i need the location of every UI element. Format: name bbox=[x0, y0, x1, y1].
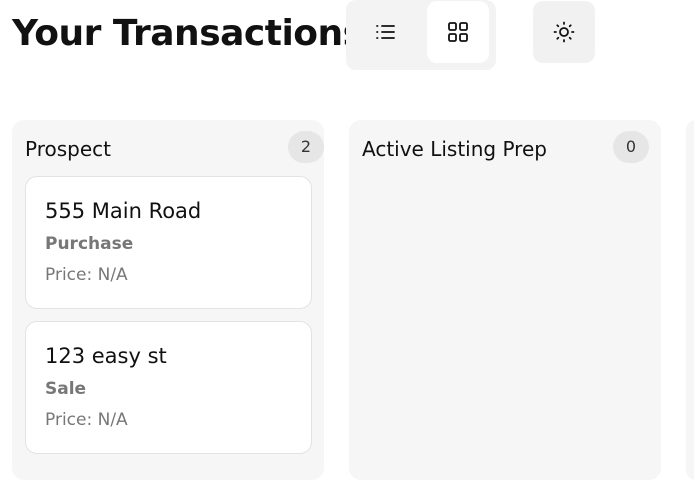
column-count-badge: 0 bbox=[613, 131, 649, 163]
grid-icon bbox=[448, 22, 468, 42]
card-title: 123 easy st bbox=[45, 344, 167, 368]
column-title: Prospect bbox=[25, 137, 111, 161]
column-prospect: Prospect 2 555 Main Road Purchase Price:… bbox=[12, 120, 324, 480]
card-type: Purchase bbox=[45, 234, 134, 254]
card-title: 555 Main Road bbox=[45, 199, 202, 223]
list-icon bbox=[376, 25, 395, 39]
list-view-button[interactable] bbox=[354, 1, 416, 63]
transaction-card[interactable]: 555 Main Road Purchase Price: N/A bbox=[25, 176, 312, 309]
sun-icon bbox=[553, 21, 575, 43]
column-title: Active Listing Prep bbox=[362, 137, 547, 161]
column-partial bbox=[686, 120, 694, 480]
transaction-card[interactable]: 123 easy st Sale Price: N/A bbox=[25, 321, 312, 454]
column-active-listing-prep: Active Listing Prep 0 bbox=[349, 120, 661, 480]
page-title: Your Transactions bbox=[12, 13, 364, 54]
column-count-badge: 2 bbox=[288, 131, 324, 163]
grid-view-button[interactable] bbox=[427, 1, 489, 63]
theme-toggle-button[interactable] bbox=[533, 1, 595, 63]
card-price: Price: N/A bbox=[45, 265, 128, 285]
card-type: Sale bbox=[45, 379, 87, 399]
card-price: Price: N/A bbox=[45, 410, 128, 430]
view-toggle bbox=[346, 0, 496, 70]
